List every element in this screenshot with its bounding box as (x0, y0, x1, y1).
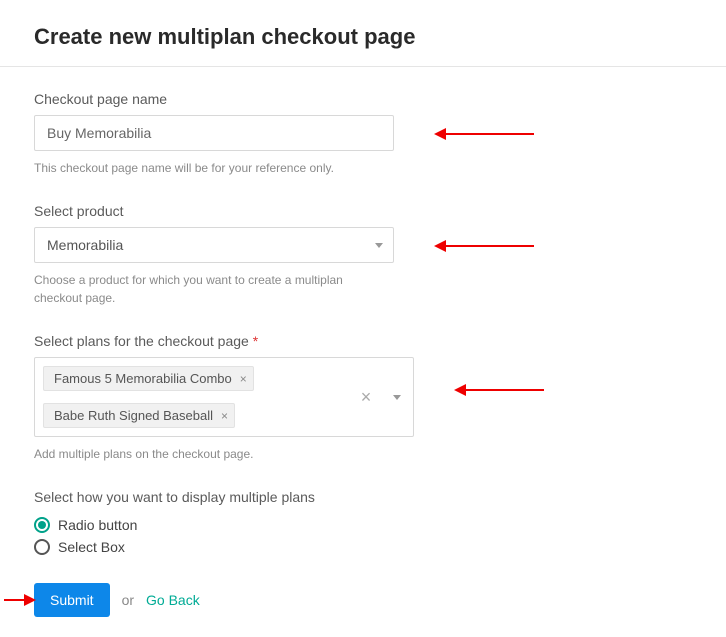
submit-button[interactable]: Submit (34, 583, 110, 617)
product-select[interactable]: Memorabilia (34, 227, 394, 263)
plan-chip: Famous 5 Memorabilia Combo × (43, 366, 254, 391)
plans-help: Add multiple plans on the checkout page. (34, 445, 394, 463)
product-select-value: Memorabilia (47, 237, 375, 253)
display-option-select-box[interactable]: Select Box (34, 539, 692, 555)
clear-all-icon[interactable]: × (352, 387, 380, 408)
page-title: Create new multiplan checkout page (34, 24, 692, 50)
divider (0, 66, 726, 67)
remove-chip-icon[interactable]: × (221, 409, 228, 423)
product-help: Choose a product for which you want to c… (34, 271, 394, 307)
required-marker: * (253, 333, 258, 349)
chevron-down-icon (393, 395, 401, 400)
or-text: or (122, 592, 134, 608)
remove-chip-icon[interactable]: × (240, 372, 247, 386)
page-name-label: Checkout page name (34, 91, 692, 107)
radio-icon (34, 517, 50, 533)
pointer-arrow-icon (464, 389, 544, 391)
pointer-arrow-icon (444, 245, 534, 247)
display-option-radio-button[interactable]: Radio button (34, 517, 692, 533)
plans-label: Select plans for the checkout page * (34, 333, 692, 349)
chevron-down-icon (375, 243, 383, 248)
pointer-arrow-icon (4, 599, 26, 601)
product-label: Select product (34, 203, 692, 219)
go-back-link[interactable]: Go Back (146, 592, 200, 608)
page-name-help: This checkout page name will be for your… (34, 159, 394, 177)
plan-chip-label: Babe Ruth Signed Baseball (54, 408, 213, 423)
display-option-label: Radio button (58, 517, 137, 533)
display-option-label: Select Box (58, 539, 125, 555)
display-label: Select how you want to display multiple … (34, 489, 692, 505)
pointer-arrow-icon (444, 133, 534, 135)
plans-label-text: Select plans for the checkout page (34, 333, 249, 349)
plan-chip: Babe Ruth Signed Baseball × (43, 403, 235, 428)
plan-chip-label: Famous 5 Memorabilia Combo (54, 371, 232, 386)
radio-icon (34, 539, 50, 555)
page-name-input[interactable] (34, 115, 394, 151)
plans-dropdown-toggle[interactable] (381, 395, 413, 400)
plans-multiselect[interactable]: Famous 5 Memorabilia Combo × Babe Ruth S… (34, 357, 414, 437)
